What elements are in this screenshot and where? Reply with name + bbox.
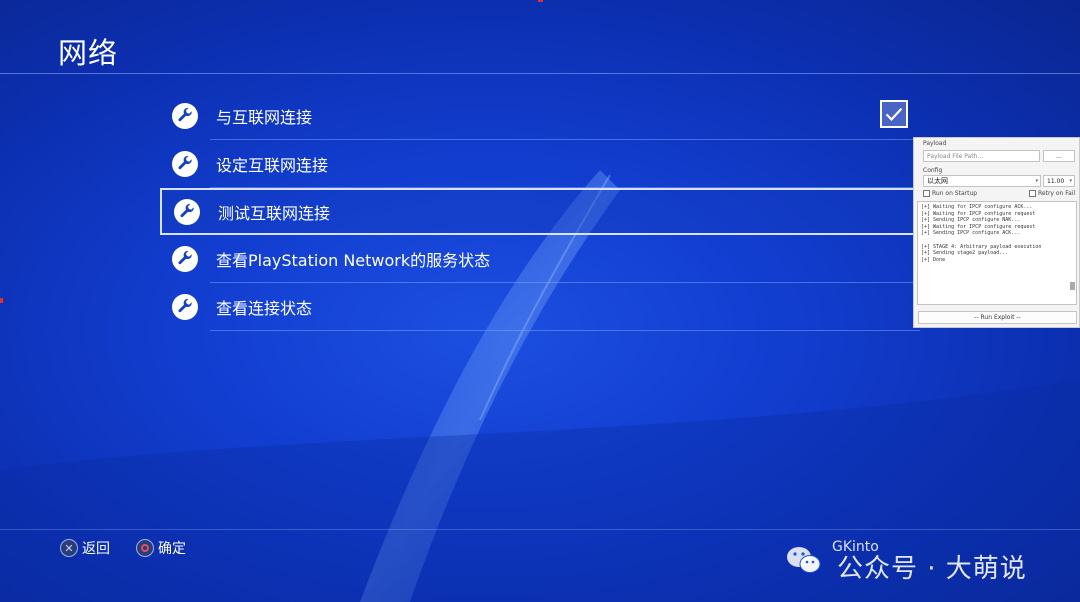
config-group-label: Config: [923, 167, 943, 174]
payload-path-input[interactable]: Payload File Path...: [923, 150, 1040, 162]
checkmark-icon: [885, 107, 903, 121]
menu-item-label: 测试互联网连接: [218, 203, 331, 223]
menu-item-label: 设定互联网连接: [216, 155, 329, 175]
menu-item-label: 查看PlayStation Network的服务状态: [216, 250, 491, 270]
menu-item-psn-status[interactable]: 查看PlayStation Network的服务状态: [172, 235, 920, 283]
wrench-icon: [172, 294, 198, 320]
menu-item-test-connection[interactable]: 测试互联网连接: [160, 188, 920, 235]
menu-item-setup-connection[interactable]: 设定互联网连接: [172, 140, 920, 188]
connect-checkbox[interactable]: [880, 100, 908, 128]
browse-button[interactable]: ...: [1043, 150, 1075, 162]
cross-button-icon: ✕: [60, 539, 78, 557]
confirm-button[interactable]: 确定: [136, 538, 186, 558]
payload-group-label: Payload: [923, 140, 947, 147]
footer-divider: [0, 529, 1080, 530]
run-exploit-label: -- Run Exploit --: [974, 314, 1021, 321]
chevron-down-icon: ▾: [1069, 178, 1072, 184]
log-output[interactable]: [+] Waiting for IPCP configure ACK... [+…: [917, 201, 1077, 305]
wrench-icon: [172, 151, 198, 177]
wrench-icon: [172, 246, 198, 272]
log-scrollbar[interactable]: [1070, 282, 1075, 290]
checkbox-icon: [923, 190, 930, 197]
interface-select[interactable]: 以太网 ▾: [923, 175, 1041, 187]
page-title: 网络: [58, 36, 119, 70]
log-line: [+] Sending IPCP configure NAK...: [921, 217, 1021, 224]
exploit-tool-window: Payload Payload File Path... ... Config …: [913, 137, 1080, 328]
log-line: [+] Sending stage2 payload...: [921, 250, 1009, 257]
log-line: [+] Waiting for IPCP configure ACK...: [921, 204, 1033, 210]
log-line: [+] Done: [921, 256, 946, 263]
watermark: GKinto 公众号 · 大萌说: [785, 538, 1055, 584]
menu-item-connect-internet[interactable]: 与互联网连接: [172, 92, 920, 140]
retry-on-fail-checkbox[interactable]: Retry on Fail: [1029, 190, 1075, 197]
checkbox-icon: [1029, 190, 1036, 197]
wrench-icon: [174, 199, 200, 225]
log-line: [+] Waiting for IPCP configure request: [921, 223, 1036, 230]
wechat-icon: [785, 543, 823, 573]
browse-label: ...: [1056, 152, 1062, 160]
circle-button-icon: [136, 539, 154, 557]
footer-controls: ✕ 返回 确定: [60, 538, 186, 558]
back-button[interactable]: ✕ 返回: [60, 538, 110, 558]
header-divider: [0, 73, 1080, 74]
menu-item-label: 查看连接状态: [216, 298, 313, 318]
version-select[interactable]: 11.00 ▾: [1043, 175, 1075, 187]
log-line: [+] Sending IPCP configure ACK...: [921, 230, 1021, 237]
menu-item-label: 与互联网连接: [216, 107, 313, 127]
run-on-startup-label: Run on Startup: [932, 190, 978, 197]
retry-on-fail-label: Retry on Fail: [1038, 190, 1076, 197]
run-on-startup-checkbox[interactable]: Run on Startup: [923, 190, 977, 197]
edge-marker: [0, 298, 3, 303]
wrench-icon: [172, 103, 198, 129]
log-line: [+] STAGE 4: Arbitrary payload execution: [921, 243, 1042, 250]
edge-marker: [538, 0, 543, 2]
log-line: [+] Waiting for IPCP configure request: [921, 210, 1036, 217]
chevron-down-icon: ▾: [1035, 178, 1038, 184]
version-value: 11.00: [1047, 177, 1065, 185]
menu-item-connection-status[interactable]: 查看连接状态: [172, 283, 920, 331]
network-menu: 与互联网连接 设定互联网连接 测试互联网连接 查看PlayStation Net…: [160, 92, 920, 331]
back-label: 返回: [82, 541, 110, 557]
run-exploit-button[interactable]: -- Run Exploit --: [918, 311, 1077, 324]
watermark-text: 公众号 · 大萌说: [837, 554, 1027, 584]
confirm-label: 确定: [158, 541, 186, 557]
interface-value: 以太网: [927, 177, 948, 185]
payload-path-placeholder: Payload File Path...: [927, 152, 984, 160]
